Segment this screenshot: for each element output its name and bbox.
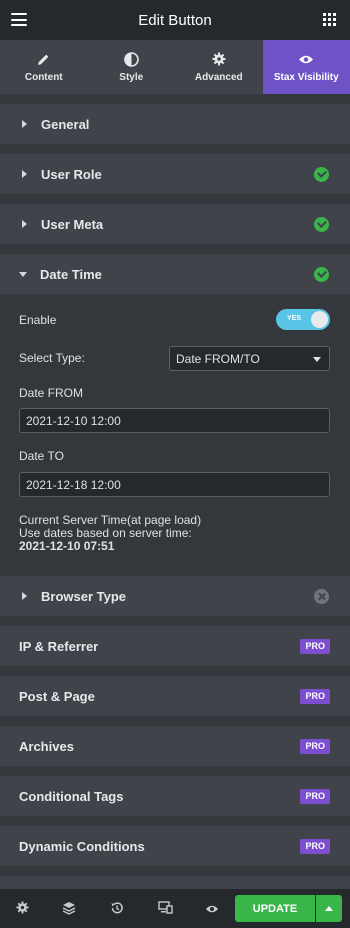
date-from-input[interactable]: 2021-12-10 12:00	[19, 408, 330, 433]
pro-badge: PRO	[300, 789, 330, 804]
pencil-icon	[37, 51, 50, 67]
pro-badge: PRO	[300, 639, 330, 654]
check-circle-icon	[314, 267, 329, 282]
tab-stax-visibility[interactable]: Stax Visibility	[262, 40, 350, 94]
spacer	[0, 94, 350, 104]
section-browser-type[interactable]: Browser Type	[0, 576, 350, 616]
grid-apps-icon[interactable]	[323, 13, 336, 26]
caret-right-icon	[22, 120, 27, 128]
server-time-value: 2021-12-10 07:51	[19, 539, 115, 553]
date-to-input[interactable]: 2021-12-18 12:00	[19, 472, 330, 497]
date-from-label: Date FROM	[19, 386, 84, 400]
pro-badge: PRO	[300, 689, 330, 704]
date-to-label: Date TO	[19, 449, 64, 463]
half-circle-icon	[123, 51, 139, 67]
section-dynamic-conditions[interactable]: Dynamic Conditions PRO	[0, 826, 350, 866]
chevron-down-icon	[313, 357, 321, 362]
section-user-meta[interactable]: User Meta	[0, 204, 350, 244]
server-time-line1: Current Server Time(at page load)	[19, 513, 202, 527]
caret-right-icon	[22, 220, 27, 228]
caret-right-icon	[22, 170, 27, 178]
update-options-button[interactable]	[316, 895, 342, 922]
settings-panel: General User Role User Meta Date Time En…	[0, 94, 350, 916]
caret-down-icon	[19, 271, 27, 277]
toggle-text: YES	[287, 315, 302, 322]
editor-footer: UPDATE	[0, 889, 350, 928]
enable-toggle[interactable]: YES	[276, 309, 330, 330]
select-type-value: Date FROM/TO	[176, 351, 260, 366]
eye-icon	[298, 51, 314, 67]
select-type-label: Select Type:	[19, 351, 85, 365]
enable-label: Enable	[19, 313, 57, 327]
caret-right-icon	[22, 592, 27, 600]
tab-style[interactable]: Style	[88, 40, 176, 94]
server-time-line2: Use dates based on server time:	[19, 526, 192, 540]
section-conditional-tags[interactable]: Conditional Tags PRO	[0, 776, 350, 816]
section-general[interactable]: General	[0, 104, 350, 144]
section-user-role[interactable]: User Role	[0, 154, 350, 194]
section-post-page[interactable]: Post & Page PRO	[0, 676, 350, 716]
tab-bar: Content Style Advanced Stax Visibility	[0, 40, 350, 94]
settings-icon[interactable]	[16, 901, 29, 919]
toggle-knob	[311, 311, 328, 328]
responsive-icon[interactable]	[158, 901, 173, 919]
hamburger-menu-icon[interactable]	[11, 13, 27, 26]
update-button[interactable]: UPDATE	[235, 895, 315, 922]
layers-icon[interactable]	[62, 901, 76, 920]
gear-icon	[212, 51, 226, 67]
tab-advanced[interactable]: Advanced	[175, 40, 263, 94]
check-circle-icon	[314, 217, 329, 232]
x-circle-icon	[314, 589, 329, 604]
tab-content[interactable]: Content	[0, 40, 88, 94]
check-circle-icon	[314, 167, 329, 182]
select-type-dropdown[interactable]: Date FROM/TO	[169, 346, 330, 371]
pro-badge: PRO	[300, 839, 330, 854]
editor-header: Edit Button	[0, 0, 350, 40]
history-icon[interactable]	[110, 901, 124, 920]
pro-badge: PRO	[300, 739, 330, 754]
section-date-time[interactable]: Date Time	[0, 254, 350, 294]
preview-eye-icon[interactable]	[205, 901, 219, 919]
section-ip-referrer[interactable]: IP & Referrer PRO	[0, 626, 350, 666]
date-time-settings: Enable YES Select Type: Date FROM/TO Dat…	[0, 294, 350, 566]
panel-title: Edit Button	[138, 11, 212, 29]
section-archives[interactable]: Archives PRO	[0, 726, 350, 766]
